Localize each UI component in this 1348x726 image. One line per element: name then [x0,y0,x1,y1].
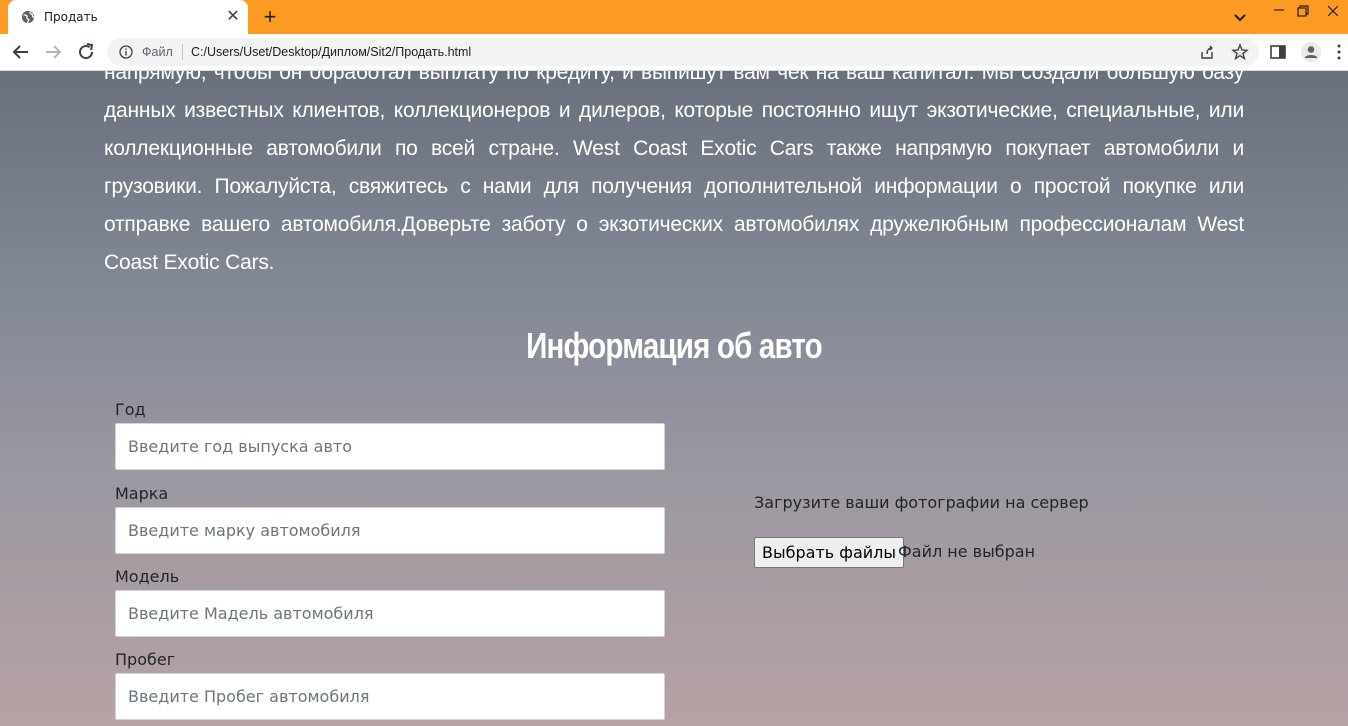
file-scheme-label: Файл [142,45,173,59]
minimize-icon[interactable] [1266,0,1292,34]
globe-icon [21,10,35,24]
tab-title: Продать [44,10,98,24]
intro-paragraph: напрямую, чтобы он обработал выплату по … [104,71,1244,274]
tab-strip: Продать ✕ + [0,0,1348,34]
model-input[interactable] [115,590,665,637]
close-tab-icon[interactable]: ✕ [224,8,242,26]
upload-label: Загрузите ваши фотографии на сервер [754,493,1089,512]
mileage-label: Пробег [115,650,176,669]
section-title: Информация об авто [526,325,823,366]
browser-tab[interactable]: Продать ✕ [8,0,248,34]
forward-arrow-icon[interactable] [41,40,65,64]
page-viewport: напрямую, чтобы он обработал выплату по … [0,71,1348,726]
info-icon[interactable] [119,45,133,59]
address-bar[interactable]: Файл C:/Users/Uset/Desktop/Диплом/Sit2/П… [107,38,1259,66]
address-separator [182,44,183,60]
new-tab-button[interactable]: + [258,5,282,29]
year-label: Год [115,400,146,419]
make-input[interactable] [115,507,665,554]
back-arrow-icon[interactable] [9,40,33,64]
choose-files-button[interactable]: Выбрать файлы [754,537,905,568]
close-window-icon[interactable] [1318,0,1348,34]
model-label: Модель [115,567,180,586]
mileage-input[interactable] [115,673,665,720]
year-input[interactable] [115,423,665,470]
url-text[interactable]: C:/Users/Uset/Desktop/Диплом/Sit2/Продат… [191,45,471,59]
browser-toolbar: Файл C:/Users/Uset/Desktop/Диплом/Sit2/П… [0,34,1348,71]
profile-avatar-icon[interactable] [1300,41,1322,63]
bookmark-star-icon[interactable] [1231,43,1249,61]
restore-icon[interactable] [1290,0,1316,34]
tab-search-chevron-icon[interactable] [1230,7,1250,27]
reload-icon[interactable] [74,40,98,64]
kebab-menu-icon[interactable] [1336,44,1342,60]
file-status-text: Файл не выбран [898,542,1036,561]
make-label: Марка [115,484,169,503]
share-icon[interactable] [1199,44,1215,60]
side-panel-icon[interactable] [1270,44,1286,60]
